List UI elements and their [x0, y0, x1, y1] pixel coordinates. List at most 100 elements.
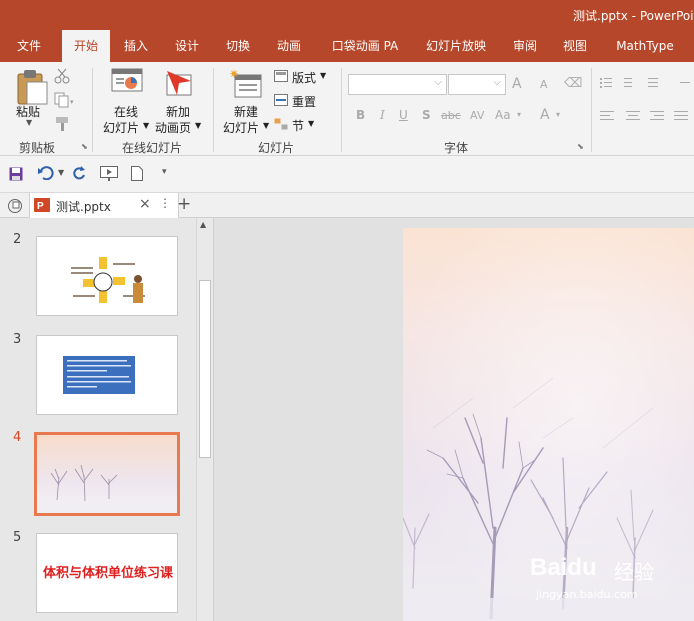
new-slide-dropdown-icon[interactable]: ▼ — [263, 121, 269, 130]
tab-mathtype[interactable]: MathType — [609, 30, 681, 62]
tab-view[interactable]: 视图 — [553, 30, 597, 62]
tab-transitions[interactable]: 切换 — [216, 30, 260, 62]
tab-slideshow[interactable]: 幻灯片放映 — [418, 30, 494, 62]
strikethrough-button[interactable]: abc — [441, 109, 461, 122]
cut-icon[interactable] — [54, 68, 70, 87]
chevron-down-icon: ⌵ — [434, 77, 442, 88]
scroll-up-icon[interactable]: ▲ — [200, 220, 206, 229]
tab-home[interactable]: 开始 — [62, 30, 110, 62]
chevron-down-icon: ⌵ — [493, 77, 501, 88]
separator — [92, 68, 93, 152]
slide-thumbnail[interactable] — [34, 432, 180, 516]
new-animation-label-1[interactable]: 新加 — [166, 103, 190, 120]
bold-button[interactable]: B — [356, 108, 365, 122]
slideshow-from-start-icon[interactable] — [100, 166, 118, 185]
change-case-button[interactable]: Aa — [495, 108, 511, 122]
tab-file[interactable]: 文件 — [6, 30, 52, 62]
copy-icon[interactable]: ▾ — [54, 92, 76, 111]
bullets-icon[interactable] — [600, 76, 690, 93]
scrollbar-thumb[interactable] — [199, 280, 211, 458]
save-icon[interactable] — [9, 167, 23, 184]
document-tab[interactable]: P 测试.pptx × ⋮ — [29, 193, 179, 219]
slide-number: 3 — [13, 332, 22, 347]
new-slide-label-1[interactable]: 新建 — [234, 103, 258, 120]
slide-thumbnail[interactable] — [36, 335, 178, 415]
clipboard-group-label: 剪贴板 — [19, 141, 56, 155]
window-title: 测试.pptx - PowerPoint — [573, 9, 694, 23]
online-slides-label-1[interactable]: 在线 — [114, 103, 138, 120]
slide-thumbnail[interactable]: 体积与体积单位练习课 — [36, 533, 178, 613]
quick-access-toolbar: ▼ ▾ — [0, 156, 694, 192]
tab-insert[interactable]: 插入 — [114, 30, 158, 62]
undo-icon[interactable] — [38, 166, 54, 183]
font-size-dropdown[interactable]: ⌵ — [448, 74, 506, 95]
slides-group-label: 幻灯片 — [258, 141, 295, 155]
shrink-font-icon[interactable]: A — [540, 78, 548, 91]
customize-toolbar-icon[interactable]: ▾ — [162, 167, 167, 177]
clipboard-launcher-icon[interactable]: ⬊ — [81, 142, 88, 151]
slide-thumbnail-pane: 2 3 4 5 体积与体积单位练习课 — [0, 218, 196, 621]
svg-text:P: P — [37, 201, 44, 212]
baidu-watermark: Baidu 经验 jingyan.baidu.com — [530, 548, 694, 608]
title-bar: 测试.pptx - PowerPoint — [0, 0, 694, 30]
close-tab-icon[interactable]: × — [139, 196, 151, 212]
watermark-sub: 经验 — [614, 560, 654, 584]
svg-text:▾: ▾ — [70, 98, 74, 106]
reset-icon[interactable] — [274, 94, 288, 109]
online-slides-dropdown-icon[interactable]: ▼ — [143, 121, 149, 130]
underline-button[interactable]: U — [399, 108, 408, 122]
svg-text:✷: ✷ — [229, 67, 239, 81]
section-label[interactable]: 节 — [292, 117, 304, 134]
thumbnail-scrollbar[interactable]: ▲ — [196, 218, 213, 621]
online-slides-label-2[interactable]: 幻灯片 — [103, 119, 139, 136]
font-color-dropdown-icon[interactable]: ▾ — [556, 110, 560, 119]
align-icons[interactable] — [600, 110, 694, 125]
online-slides-group-label: 在线幻灯片 — [122, 141, 183, 155]
new-animation-dropdown-icon[interactable]: ▼ — [195, 121, 201, 130]
online-slides-icon[interactable] — [111, 68, 143, 101]
section-dropdown-icon[interactable]: ▼ — [308, 119, 314, 128]
font-launcher-icon[interactable]: ⬊ — [577, 142, 584, 151]
undo-dropdown-icon[interactable]: ▼ — [58, 168, 64, 177]
watermark-brand: Baidu — [530, 554, 597, 581]
tab-design[interactable]: 设计 — [165, 30, 209, 62]
font-group-label: 字体 — [444, 141, 469, 155]
ribbon-tabs: 文件 开始 插入 设计 切换 动画 口袋动画 PA 幻灯片放映 审阅 视图 Ma… — [0, 30, 694, 62]
clear-format-icon[interactable]: ⌫ — [564, 76, 582, 91]
add-tab-icon[interactable]: + — [177, 194, 191, 214]
character-spacing-button[interactable]: AV — [470, 109, 484, 122]
separator — [341, 68, 342, 152]
shadow-button[interactable]: S — [422, 108, 431, 122]
tab-animations[interactable]: 动画 — [267, 30, 311, 62]
tab-menu-icon[interactable]: ⋮ — [159, 196, 171, 210]
layout-dropdown-icon[interactable]: ▼ — [320, 71, 326, 80]
new-slide-label-2[interactable]: 幻灯片 — [223, 119, 259, 136]
document-tab-name: 测试.pptx — [56, 200, 111, 214]
tab-pocket-animation[interactable]: 口袋动画 PA — [322, 30, 408, 62]
new-animation-page-icon[interactable] — [163, 67, 195, 102]
grow-font-icon[interactable]: A — [512, 76, 522, 92]
layout-icon[interactable] — [274, 70, 288, 85]
redo-icon[interactable] — [72, 166, 86, 183]
slide-number: 4 — [13, 430, 22, 445]
tab-review[interactable]: 审阅 — [503, 30, 547, 62]
italic-button[interactable]: I — [380, 108, 385, 122]
slide-number: 2 — [13, 232, 22, 247]
paste-dropdown-icon[interactable]: ▼ — [26, 118, 32, 127]
font-color-button[interactable]: A — [540, 107, 550, 123]
slide-number: 5 — [13, 530, 22, 545]
new-document-icon[interactable] — [131, 166, 143, 184]
window-switch-icon[interactable] — [7, 198, 23, 217]
ribbon: 粘贴 ▼ ▾ 剪贴板 ⬊ 在线 幻灯片 ▼ 新加 动画页 ▼ 在线幻灯片 ✷ 新… — [0, 62, 694, 156]
reset-label[interactable]: 重置 — [292, 93, 316, 110]
format-painter-icon[interactable] — [54, 116, 70, 135]
separator — [213, 68, 214, 152]
font-name-dropdown[interactable]: ⌵ — [348, 74, 447, 95]
section-icon[interactable] — [274, 118, 288, 133]
new-animation-label-2[interactable]: 动画页 — [155, 119, 191, 136]
layout-label[interactable]: 版式 — [292, 69, 316, 86]
slide-thumbnail[interactable] — [36, 236, 178, 316]
change-case-dropdown-icon[interactable]: ▾ — [517, 110, 521, 119]
document-tab-bar: P 测试.pptx × ⋮ + — [0, 192, 694, 219]
new-slide-icon[interactable]: ✷ — [229, 67, 263, 102]
